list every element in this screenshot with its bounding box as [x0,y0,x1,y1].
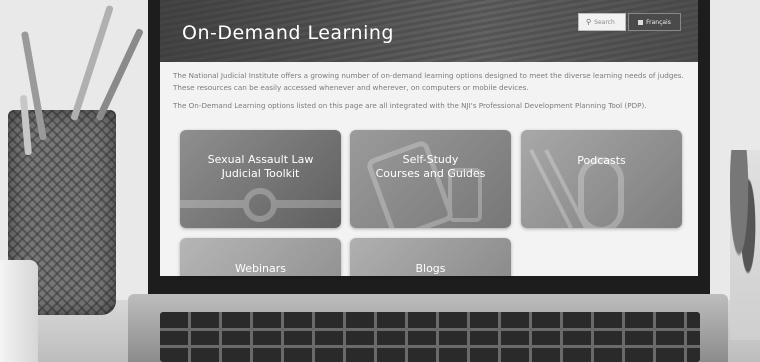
intro-paragraph-1: The National Judicial Institute offers a… [173,71,684,92]
tile-label-line1: Webinars [234,262,286,275]
keyboard [160,312,700,362]
search-input[interactable]: ⚲ Search [578,13,626,31]
coffee-cup [0,260,38,362]
tile-podcasts[interactable]: Podcasts [521,130,682,228]
language-button[interactable]: Français [628,13,681,31]
globe-icon [638,19,644,25]
tile-self-study-courses[interactable]: Self-Study Courses and Guides [350,130,511,228]
tile-label-line2: Judicial Toolkit [221,167,300,180]
intro-content: The National Judicial Institute offers a… [160,62,698,112]
microphone-icon [529,149,624,228]
magnifier-icon: ⚲ [586,18,592,26]
intro-paragraph-2: The On-Demand Learning options listed on… [173,101,647,110]
tile-label-line1: Blogs [415,262,446,275]
search-placeholder: Search [594,18,615,26]
tile-label-line1: Self-Study [402,153,459,166]
tile-label-line1: Sexual Assault Law [207,153,314,166]
tile-label-line2: Courses and Guides [375,167,486,180]
language-label: Français [646,18,671,26]
tile-sexual-assault-law-toolkit[interactable]: Sexual Assault Law Judicial Toolkit [180,130,341,228]
tile-webinars[interactable]: Webinars [180,238,341,276]
page-title: On-Demand Learning [182,22,394,44]
page-banner: On-Demand Learning ⚲ Search Français [160,0,698,62]
tile-blogs[interactable]: Blogs [350,238,511,276]
plant [730,150,760,340]
tile-label-line1: Podcasts [577,154,626,167]
pen-decoration [95,27,144,122]
